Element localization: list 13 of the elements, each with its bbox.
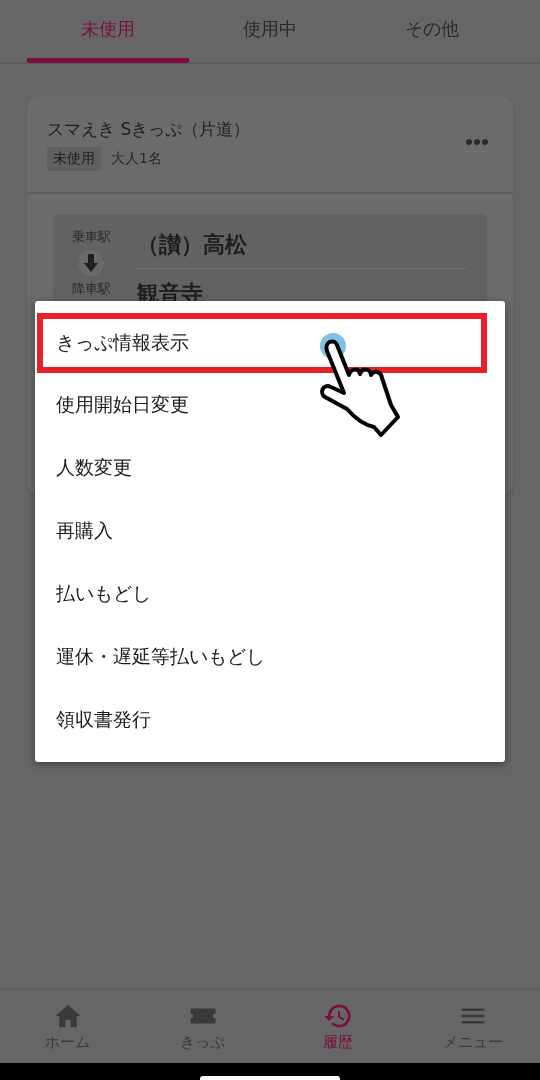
menu-item[interactable]: 人数変更 (35, 436, 505, 499)
passenger-count: 大人1名 (111, 150, 162, 168)
menu-item[interactable]: 運休・遅延等払いもどし (35, 625, 505, 688)
menu-item[interactable]: 領収書発行 (35, 688, 505, 751)
down-arrow-icon (84, 254, 98, 272)
menu-item[interactable]: 使用開始日変更 (35, 373, 505, 436)
menu-item[interactable]: きっぷ情報表示 (37, 313, 487, 373)
status-badge: 未使用 (47, 147, 101, 171)
boarding-station: （讃）高松 (137, 228, 467, 269)
more-icon[interactable] (465, 138, 489, 146)
menu-item[interactable]: 再購入 (35, 499, 505, 562)
ticket-title: スマえき Sきっぷ（片道） (47, 118, 252, 141)
menu-item[interactable]: 払いもどし (35, 562, 505, 625)
